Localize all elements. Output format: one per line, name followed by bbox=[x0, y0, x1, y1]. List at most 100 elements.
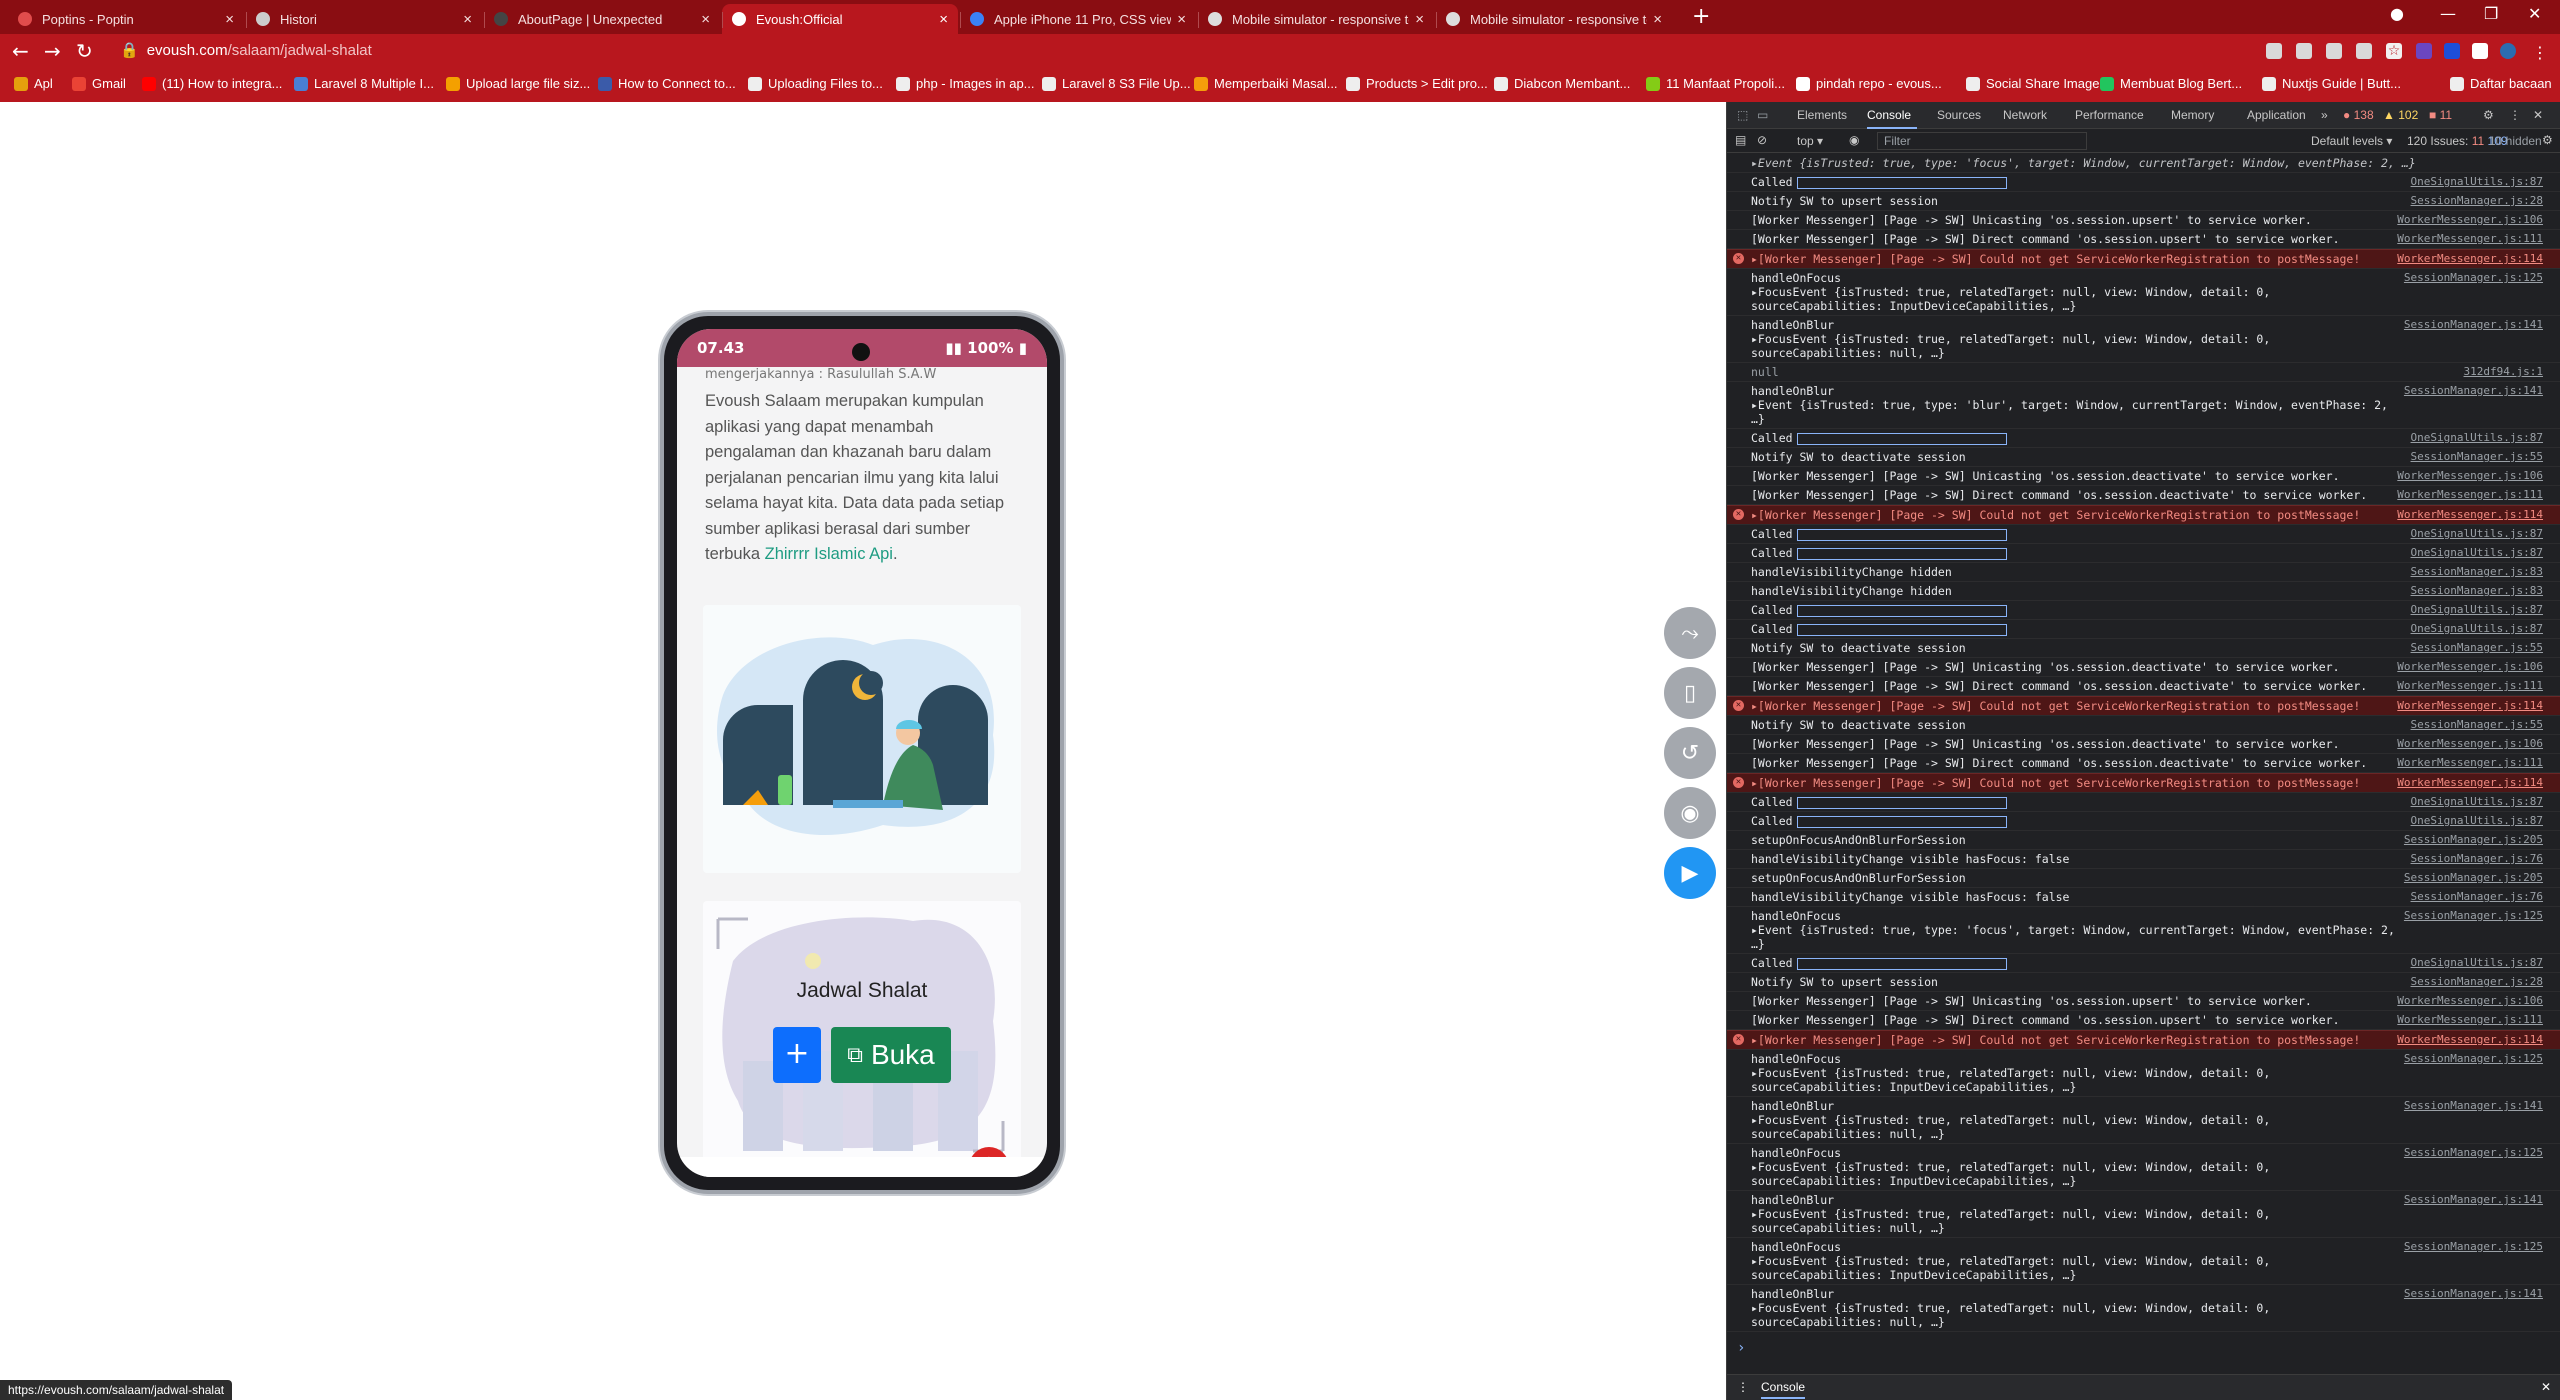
tab-elements[interactable]: Elements bbox=[1797, 108, 1847, 122]
source-link[interactable]: SessionManager.js:125 bbox=[2404, 271, 2543, 313]
source-link[interactable]: SessionManager.js:125 bbox=[2404, 909, 2543, 951]
more-tabs-icon[interactable]: » bbox=[2321, 108, 2328, 122]
bookmark-item[interactable]: Membuat Blog Bert... bbox=[2100, 76, 2242, 91]
source-link[interactable]: OneSignalUtils.js:87 bbox=[2411, 431, 2543, 445]
bookmark-item[interactable]: Diabcon Membant... bbox=[1494, 76, 1630, 91]
rotate-icon[interactable]: ↺ bbox=[1664, 727, 1716, 779]
bookmark-item[interactable]: Upload large file siz... bbox=[446, 76, 590, 91]
bookmark-item[interactable]: Laravel 8 Multiple I... bbox=[294, 76, 434, 91]
bookmark-item[interactable]: Laravel 8 S3 File Up... bbox=[1042, 76, 1191, 91]
share-icon[interactable]: ⤳ bbox=[1664, 607, 1716, 659]
source-link[interactable]: OneSignalUtils.js:87 bbox=[2411, 603, 2543, 617]
close-tab-icon[interactable]: × bbox=[939, 11, 948, 28]
source-link[interactable]: SessionManager.js:83 bbox=[2411, 565, 2543, 579]
browser-tab[interactable]: Histori × bbox=[246, 4, 482, 34]
open-button[interactable]: ⧉ Buka bbox=[831, 1027, 951, 1083]
highlighted-object[interactable] bbox=[1796, 623, 2007, 636]
warning-count-badge[interactable]: ▲ 102 bbox=[2383, 108, 2418, 122]
share-icon[interactable] bbox=[2356, 43, 2372, 59]
close-tab-icon[interactable]: × bbox=[701, 11, 710, 28]
source-link[interactable]: WorkerMessenger.js:106 bbox=[2397, 660, 2543, 674]
profile-icon[interactable]: ● bbox=[2390, 4, 2404, 23]
console-error-row[interactable]: ✕ ▸[Worker Messenger] [Page -> SW] Could … bbox=[1727, 773, 2560, 793]
avatar[interactable] bbox=[2500, 43, 2516, 59]
bookmark-item[interactable]: Products > Edit pro... bbox=[1346, 76, 1488, 91]
source-link[interactable]: WorkerMessenger.js:106 bbox=[2397, 737, 2543, 751]
source-link[interactable]: WorkerMessenger.js:111 bbox=[2397, 232, 2543, 246]
source-link[interactable]: WorkerMessenger.js:114 bbox=[2397, 776, 2543, 790]
tab-sources[interactable]: Sources bbox=[1937, 108, 1981, 122]
source-link[interactable]: OneSignalUtils.js:87 bbox=[2411, 814, 2543, 828]
message-count-badge[interactable]: ■ 11 bbox=[2429, 108, 2452, 122]
source-link[interactable]: SessionManager.js:141 bbox=[2404, 384, 2543, 426]
bookmark-item[interactable]: Gmail bbox=[72, 76, 126, 91]
source-link[interactable]: SessionManager.js:55 bbox=[2411, 641, 2543, 655]
bookmark-item[interactable]: php - Images in ap... bbox=[896, 76, 1035, 91]
highlighted-object[interactable] bbox=[1796, 796, 2007, 809]
console-error-row[interactable]: ✕ ▸[Worker Messenger] [Page -> SW] Could … bbox=[1727, 505, 2560, 525]
eye-icon[interactable]: ◉ bbox=[1849, 133, 1859, 147]
menu-icon[interactable]: ⋮ bbox=[2532, 43, 2548, 62]
source-link[interactable]: SessionManager.js:141 bbox=[2404, 1287, 2543, 1329]
browser-tab[interactable]: Mobile simulator - responsive te × bbox=[1436, 4, 1672, 34]
minimize-button[interactable]: — bbox=[2440, 4, 2456, 23]
console-row[interactable]: ▸Event {isTrusted: true, type: 'focus', … bbox=[1727, 154, 2560, 173]
sidebar-toggle-icon[interactable]: ▤ bbox=[1735, 133, 1746, 147]
highlighted-object[interactable] bbox=[1796, 815, 2007, 828]
source-link[interactable]: OneSignalUtils.js:87 bbox=[2411, 175, 2543, 189]
source-link[interactable]: SessionManager.js:125 bbox=[2404, 1146, 2543, 1188]
source-link[interactable]: SessionManager.js:55 bbox=[2411, 450, 2543, 464]
browser-tab[interactable]: Mobile simulator - responsive te × bbox=[1198, 4, 1434, 34]
bookmark-item[interactable]: Memperbaiki Masal... bbox=[1194, 76, 1338, 91]
source-link[interactable]: OneSignalUtils.js:87 bbox=[2411, 956, 2543, 970]
bookmark-item[interactable]: (11) How to integra... bbox=[142, 76, 282, 91]
bookmark-item[interactable]: pindah repo - evous... bbox=[1796, 76, 1942, 91]
browser-tab[interactable]: AboutPage | Unexpected × bbox=[484, 4, 720, 34]
source-link[interactable]: WorkerMessenger.js:106 bbox=[2397, 469, 2543, 483]
levels-select[interactable]: Default levels ▾ bbox=[2311, 134, 2392, 148]
camera-icon[interactable]: ◉ bbox=[1664, 787, 1716, 839]
tab-memory[interactable]: Memory bbox=[2171, 108, 2214, 122]
extension-icon[interactable] bbox=[2444, 43, 2460, 59]
console-error-row[interactable]: ✕ ▸[Worker Messenger] [Page -> SW] Could … bbox=[1727, 696, 2560, 716]
source-link[interactable]: 312df94.js:1 bbox=[2464, 365, 2543, 379]
inspect-icon[interactable]: ⬚ bbox=[1737, 108, 1748, 122]
close-drawer-icon[interactable]: ✕ bbox=[2541, 1380, 2551, 1394]
source-link[interactable]: SessionManager.js:125 bbox=[2404, 1240, 2543, 1282]
close-tab-icon[interactable]: × bbox=[225, 11, 234, 28]
source-link[interactable]: WorkerMessenger.js:111 bbox=[2397, 756, 2543, 770]
source-link[interactable]: Zhirrrr Islamic Api bbox=[765, 545, 893, 563]
source-link[interactable]: WorkerMessenger.js:111 bbox=[2397, 488, 2543, 502]
source-link[interactable]: WorkerMessenger.js:114 bbox=[2397, 252, 2543, 266]
close-tab-icon[interactable]: × bbox=[1653, 11, 1662, 28]
error-count-badge[interactable]: ● 138 bbox=[2343, 108, 2374, 122]
source-link[interactable]: SessionManager.js:83 bbox=[2411, 584, 2543, 598]
highlighted-object[interactable] bbox=[1796, 432, 2007, 445]
bookmark-item[interactable]: Social Share Image... bbox=[1966, 76, 2110, 91]
source-link[interactable]: SessionManager.js:55 bbox=[2411, 718, 2543, 732]
drawer-tab-console[interactable]: Console bbox=[1761, 1380, 1806, 1399]
console-settings-icon[interactable]: ⚙ bbox=[2542, 133, 2553, 147]
tab-console[interactable]: Console bbox=[1867, 108, 1911, 122]
source-link[interactable]: SessionManager.js:141 bbox=[2404, 318, 2543, 360]
source-link[interactable]: WorkerMessenger.js:114 bbox=[2397, 699, 2543, 713]
device-toggle-icon[interactable]: ▭ bbox=[1757, 108, 1768, 122]
bookmark-item[interactable]: Daftar bacaan bbox=[2450, 76, 2552, 91]
source-link[interactable]: SessionManager.js:141 bbox=[2404, 1099, 2543, 1141]
bookmark-item[interactable]: Uploading Files to... bbox=[748, 76, 883, 91]
filter-input[interactable]: Filter bbox=[1877, 132, 2087, 150]
browser-tab[interactable]: Poptins - Poptin × bbox=[8, 4, 244, 34]
highlighted-object[interactable] bbox=[1796, 604, 2007, 617]
star-icon[interactable]: ☆ bbox=[2386, 43, 2402, 59]
back-button[interactable]: ← bbox=[12, 39, 29, 63]
source-link[interactable]: OneSignalUtils.js:87 bbox=[2411, 527, 2543, 541]
close-window-button[interactable]: ✕ bbox=[2528, 4, 2541, 23]
new-tab-button[interactable]: + bbox=[1692, 4, 1710, 29]
source-link[interactable]: WorkerMessenger.js:114 bbox=[2397, 508, 2543, 522]
forward-button[interactable]: → bbox=[44, 39, 61, 63]
close-devtools-icon[interactable]: ✕ bbox=[2533, 108, 2543, 122]
install-icon[interactable] bbox=[2296, 43, 2312, 59]
source-link[interactable]: SessionManager.js:76 bbox=[2411, 852, 2543, 866]
bookmark-item[interactable]: How to Connect to... bbox=[598, 76, 736, 91]
highlighted-object[interactable] bbox=[1796, 547, 2007, 560]
